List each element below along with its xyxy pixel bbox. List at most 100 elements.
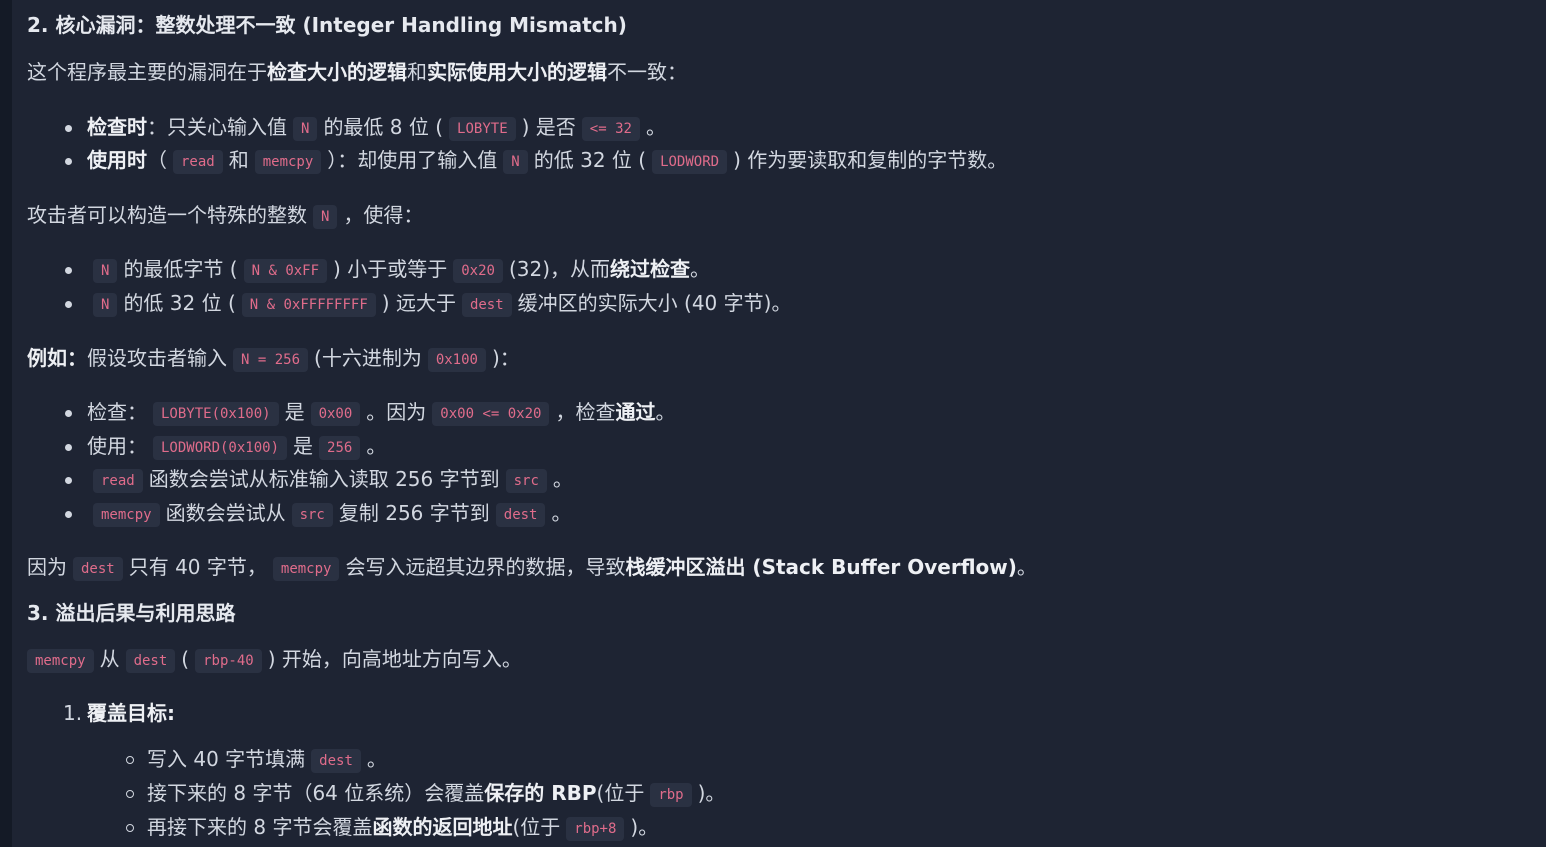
text: 。 [655, 400, 676, 424]
text: 缓冲区的实际大小 (40 字节)。 [517, 291, 792, 315]
document-content: 2. 核心漏洞：整数处理不一致 (Integer Handling Mismat… [27, 0, 1526, 847]
bold-text: 检查大小的逻辑 [267, 60, 407, 84]
section-2-heading: 2. 核心漏洞：整数处理不一致 (Integer Handling Mismat… [27, 13, 627, 37]
text: 是 [293, 434, 314, 458]
bullet-icon [65, 444, 72, 451]
text: )。 [630, 815, 659, 839]
inline-code: rbp-40 [195, 649, 262, 673]
text: 函数会尝试从 [165, 501, 286, 525]
bullet-icon [65, 301, 72, 308]
text: 。 [551, 501, 572, 525]
inline-code: N [503, 150, 528, 174]
section-3-intro: memcpy 从 dest(rbp-40) 开始，向高地址方向写入。 [27, 647, 522, 673]
text: ) 远大于 [381, 291, 456, 315]
text: 和 [407, 60, 427, 84]
section-3-heading: 3. 溢出后果与利用思路 [27, 601, 236, 625]
bullet-icon [65, 477, 72, 484]
text: 从 [99, 647, 120, 671]
bold-text: 检查时 [87, 115, 147, 139]
text: ) 小于或等于 [333, 257, 448, 281]
inline-code: src [291, 503, 333, 527]
bold-text: 实际使用大小的逻辑 [427, 60, 607, 84]
inline-code: N [93, 259, 118, 283]
conclusion-paragraph: 因为 dest 只有 40 字节， memcpy 会写入远超其边界的数据，导致栈缓冲区溢… [27, 555, 1037, 581]
sub-item-saved-rbp: 接下来的 8 字节（64 位系统）会覆盖保存的 RBP(位于 rbp)。 [126, 781, 726, 807]
text: 接下来的 8 字节（64 位系统）会覆盖 [147, 781, 485, 805]
inline-code: 0x20 [453, 259, 503, 283]
inline-code: N [313, 205, 338, 229]
circle-bullet-icon [126, 790, 134, 798]
circle-bullet-icon [126, 756, 134, 764]
inline-code: read [93, 469, 143, 493]
inline-code: 0x00 <= 0x20 [432, 402, 550, 426]
sub-item-return-address: 再接下来的 8 字节会覆盖函数的返回地址(位于 rbp+8)。 [126, 815, 659, 841]
text: 。 [552, 467, 573, 491]
inline-code: <= 32 [581, 117, 640, 141]
text: )： [491, 346, 520, 370]
sub-item-fill-dest: 写入 40 字节填满 dest。 [126, 747, 387, 773]
inline-code: LODWORD [652, 150, 728, 174]
bold-text: 通过 [615, 400, 656, 424]
text: 。 [690, 257, 710, 281]
circle-bullet-icon [126, 824, 134, 832]
text: 。 [366, 747, 387, 771]
inline-code: dest [495, 503, 546, 527]
text: 攻击者可以构造一个特殊的整数 [27, 203, 307, 227]
inline-code: N & 0xFFFFFFFF [241, 293, 376, 317]
text: 的最低 8 位 ( [323, 115, 444, 139]
text: 假设攻击者输入 [87, 346, 227, 370]
text: 。 [366, 434, 387, 458]
bullet-icon [65, 125, 72, 132]
text: ) 作为要读取和复制的字节数。 [733, 148, 1008, 172]
text: 会写入远超其边界的数据，导致 [345, 555, 626, 579]
list-item-use: 使用时（ read 和 memcpy ）：却使用了输入值 N 的低 32 位 (LODWOR… [65, 148, 1008, 174]
text: (位于 [512, 815, 561, 839]
text: 使用： [87, 434, 147, 458]
bullet-icon [65, 511, 72, 518]
text: 函数会尝试从标准输入读取 256 字节到 [148, 467, 500, 491]
list-number: 1. [63, 701, 83, 725]
text: 的低 32 位 ( [123, 291, 236, 315]
text: 再接下来的 8 字节会覆盖 [147, 815, 373, 839]
text: 不一致： [607, 60, 687, 84]
text: (位于 [596, 781, 645, 805]
text: 检查： [87, 400, 147, 424]
text: 的低 32 位 ( [533, 148, 647, 172]
list-item-example-use: 使用： LODWORD(0x100) 是 256。 [65, 434, 387, 460]
bullet-icon [65, 158, 72, 165]
text: ：只关心输入值 [147, 115, 287, 139]
intro-paragraph: 这个程序最主要的漏洞在于检查大小的逻辑和实际使用大小的逻辑不一致： [27, 60, 687, 84]
list-item-low-32: N 的低 32 位 (N & 0xFFFFFFFF) 远大于 dest 缓冲区的实际大… [65, 291, 792, 317]
list-item-example-check: 检查： LOBYTE(0x100) 是 0x00 。因为 0x00 <= 0x20 ，检查通… [65, 400, 676, 426]
list-item-example-read: read 函数会尝试从标准输入读取 256 字节到 src。 [65, 467, 573, 493]
text: ）：却使用了输入值 [327, 148, 498, 172]
bold-text: 使用时 [87, 148, 147, 172]
bold-text: 保存的 RBP [484, 781, 597, 805]
text: 写入 40 字节填满 [147, 747, 306, 771]
bold-text: 函数的返回地址 [372, 815, 513, 839]
inline-code: dest [125, 649, 176, 673]
text: 是 [284, 400, 305, 424]
text: 和 [228, 148, 249, 172]
inline-code: dest [311, 749, 361, 773]
inline-code: 256 [319, 436, 361, 460]
example-paragraph: 例如：假设攻击者输入 N = 256 (十六进制为 0x100)： [27, 346, 520, 372]
inline-code: LODWORD(0x100) [153, 436, 288, 460]
inline-code: N = 256 [233, 348, 309, 372]
list-item-check: 检查时：只关心输入值 N 的最低 8 位 (LOBYTE) 是否 <= 32。 [65, 115, 666, 141]
bold-text: 例如： [27, 346, 87, 370]
attacker-paragraph: 攻击者可以构造一个特殊的整数 N ，使得： [27, 203, 423, 229]
inline-code: rbp+8 [566, 817, 625, 841]
inline-code: LOBYTE(0x100) [153, 402, 279, 426]
text: 。 [645, 115, 666, 139]
text: ) 是否 [521, 115, 576, 139]
list-item-overwrite-target: 1. 覆盖目标: [63, 701, 175, 725]
inline-code: 0x00 [310, 402, 361, 426]
list-item-low-byte: N 的最低字节 (N & 0xFF) 小于或等于 0x20 (32)，从而绕过检查。 [65, 257, 710, 283]
inline-code: N [293, 117, 318, 141]
text: )。 [697, 781, 726, 805]
bullet-icon [65, 410, 72, 417]
inline-code: memcpy [27, 649, 94, 673]
inline-code: LOBYTE [449, 117, 516, 141]
list-item-example-memcpy: memcpy 函数会尝试从 src 复制 256 字节到 dest。 [65, 501, 572, 527]
